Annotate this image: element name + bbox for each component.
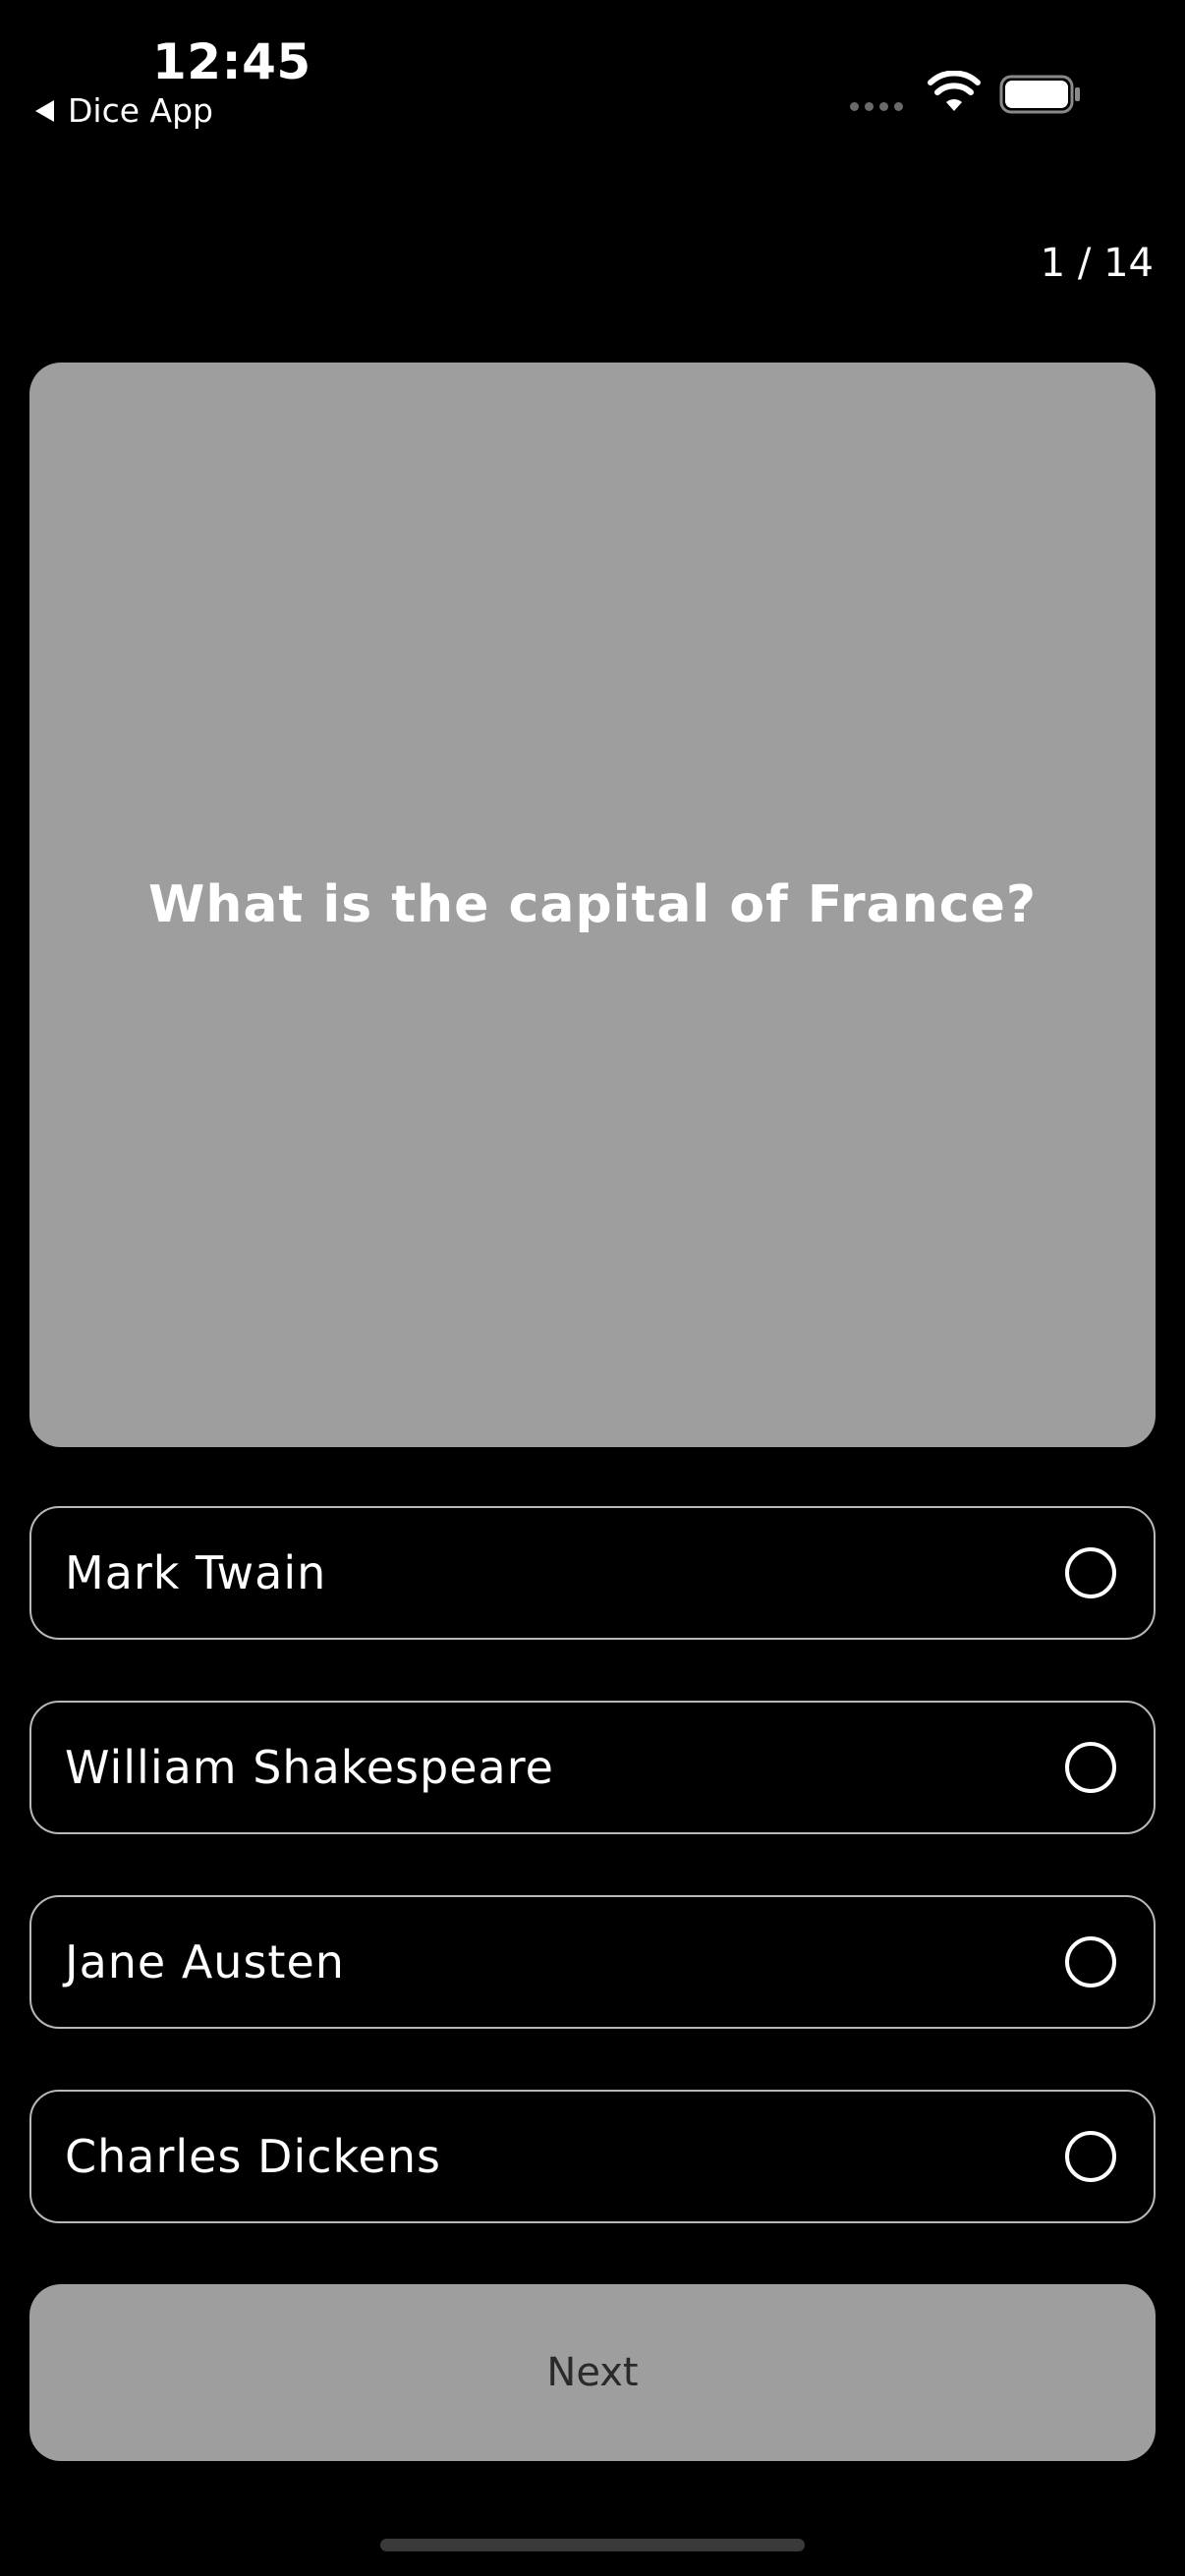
status-time: 12:45 [152, 33, 311, 90]
back-to-app-link[interactable]: Dice App [35, 94, 213, 127]
radio-unselected-icon[interactable] [1065, 2131, 1116, 2182]
back-app-label: Dice App [68, 91, 213, 130]
back-arrow-icon [35, 99, 54, 122]
question-counter: 1 / 14 [1040, 241, 1154, 286]
answer-option[interactable]: William Shakespeare [29, 1701, 1156, 1834]
wifi-icon [928, 71, 981, 111]
answer-option[interactable]: Charles Dickens [29, 2090, 1156, 2223]
next-button-label: Next [546, 2350, 639, 2395]
radio-unselected-icon[interactable] [1065, 1936, 1116, 1988]
home-indicator[interactable] [380, 2539, 805, 2551]
answer-option[interactable]: Jane Austen [29, 1895, 1156, 2029]
next-button[interactable]: Next [29, 2284, 1156, 2461]
answer-option-label: Mark Twain [65, 1546, 327, 1599]
answer-option-label: Jane Austen [65, 1935, 345, 1988]
radio-unselected-icon[interactable] [1065, 1547, 1116, 1598]
question-card: What is the capital of France? [29, 363, 1156, 1447]
answer-option[interactable]: Mark Twain [29, 1506, 1156, 1640]
answer-option-label: Charles Dickens [65, 2130, 441, 2183]
battery-icon [999, 75, 1080, 114]
question-text: What is the capital of France? [147, 875, 1038, 934]
answer-option-label: William Shakespeare [65, 1741, 554, 1794]
cellular-signal-icon [850, 102, 903, 111]
radio-unselected-icon[interactable] [1065, 1742, 1116, 1793]
